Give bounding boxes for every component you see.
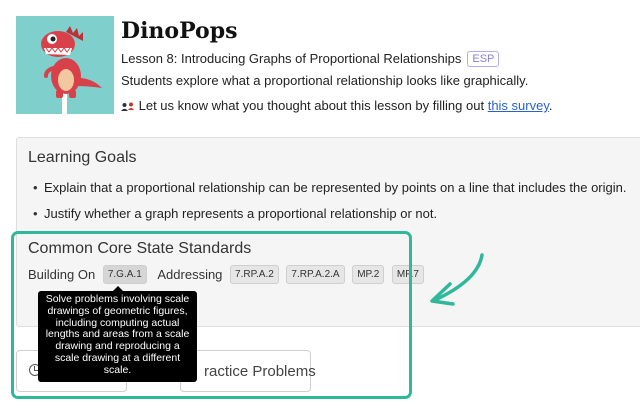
standards-highlight-box bbox=[11, 231, 412, 399]
lesson-thumbnail bbox=[16, 16, 114, 114]
curved-arrow-icon bbox=[430, 253, 484, 306]
survey-prompt: Let us know what you thought about this … bbox=[121, 98, 553, 114]
survey-link[interactable]: this survey bbox=[488, 98, 549, 113]
lesson-title: DinoPops bbox=[121, 18, 238, 44]
survey-text: Let us know what you thought about this … bbox=[138, 98, 485, 113]
chat-people-icon bbox=[121, 99, 135, 114]
learning-goal-item: Justify whether a graph represents a pro… bbox=[33, 206, 437, 221]
dinosaur-illustration-icon bbox=[16, 16, 114, 114]
survey-end: . bbox=[548, 98, 553, 113]
lesson-description: Students explore what a proportional rel… bbox=[121, 73, 529, 88]
learning-goals-heading: Learning Goals bbox=[28, 149, 137, 166]
learning-goal-item: Explain that a proportional relationship… bbox=[33, 180, 627, 195]
lesson-subtitle: Lesson 8: Introducing Graphs of Proporti… bbox=[121, 51, 500, 67]
lesson-subtitle-text: Lesson 8: Introducing Graphs of Proporti… bbox=[121, 51, 462, 66]
esp-badge[interactable]: ESP bbox=[467, 51, 500, 67]
